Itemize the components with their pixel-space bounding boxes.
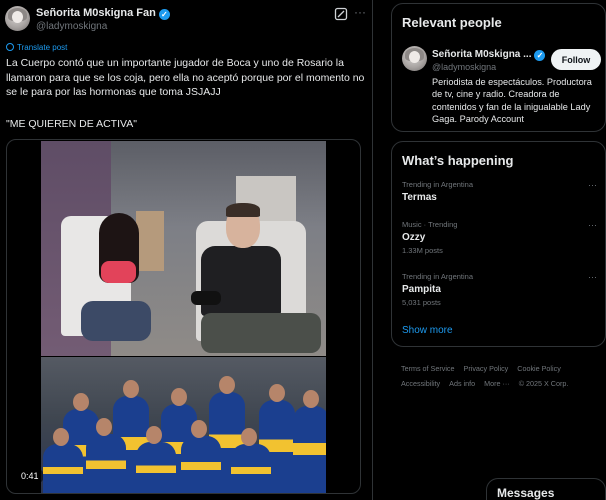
trend-name: Termas [402,192,437,203]
post-quote-line: "ME QUIEREN DE ACTIVA" [6,118,137,130]
post-video[interactable]: 0:41 [6,139,361,494]
more-icon[interactable]: ··· [354,5,366,19]
author-name-text[interactable]: Señorita M0skigna Fan [36,7,156,19]
footer-link-accessibility[interactable]: Accessibility [401,379,440,388]
grok-icon[interactable] [334,7,348,21]
translate-post-link[interactable]: Translate post [6,43,67,52]
video-timestamp: 0:41 [17,470,43,482]
trend-post-count: 5,031 posts [402,298,441,307]
video-frame-team-photo [41,357,326,493]
globe-icon [6,43,14,51]
main-column: Señorita M0skigna Fan ✓ @ladymoskigna ···… [0,0,373,500]
footer-link-privacy[interactable]: Privacy Policy [464,364,509,373]
trend-name: Ozzy [402,232,426,243]
more-icon[interactable]: ··· [588,180,597,190]
relevant-handle[interactable]: @ladymoskigna [432,62,496,72]
messages-drawer[interactable]: Messages [486,478,606,500]
footer-link-terms[interactable]: Terms of Service [401,364,455,373]
relevant-people-card: Relevant people Señorita M0skigna ... ✓ @… [391,3,606,132]
footer-link-more[interactable]: More ··· [484,379,510,388]
translate-label[interactable]: Translate post [17,43,67,52]
relevant-name[interactable]: Señorita M0skigna ... ✓ [432,49,546,61]
relevant-name-text[interactable]: Señorita M0skigna ... [432,49,531,60]
sidebar-footer: Terms of Service Privacy Policy Cookie Pol… [401,361,606,391]
trend-item[interactable]: Trending in Argentina Termas ··· [402,180,597,203]
more-icon[interactable]: ··· [588,272,597,282]
trend-post-count: 1.33M posts [402,246,443,255]
author-handle[interactable]: @ladymoskigna [36,21,107,32]
relevant-avatar[interactable] [402,46,427,71]
video-frame-podcast [41,141,326,356]
relevant-people-title: Relevant people [402,15,502,30]
show-more-link[interactable]: Show more [402,325,453,336]
trend-meta: Trending in Argentina [402,272,474,281]
trend-item[interactable]: Music · Trending Ozzy 1.33M posts ··· [402,220,597,255]
footer-link-ads[interactable]: Ads info [449,379,475,388]
trend-meta: Trending in Argentina [402,180,474,189]
verified-badge-icon: ✓ [158,9,170,20]
whats-happening-card: What’s happening Trending in Argentina T… [391,141,606,347]
post-text: La Cuerpo contó que un importante jugado… [6,57,365,98]
trend-name: Pampita [402,284,441,295]
footer-link-cookie[interactable]: Cookie Policy [517,364,561,373]
messages-label[interactable]: Messages [497,486,554,500]
author-avatar[interactable] [5,6,30,31]
verified-badge-icon: ✓ [534,50,546,61]
footer-copyright: © 2025 X Corp. [518,379,569,388]
whats-happening-title: What’s happening [402,153,514,168]
post-header: Señorita M0skigna Fan ✓ @ladymoskigna ··· [0,0,373,40]
follow-button[interactable]: Follow [551,49,601,70]
relevant-bio: Periodista de espectáculos. Productora d… [432,77,592,124]
more-icon[interactable]: ··· [588,220,597,230]
trend-meta: Music · Trending [402,220,458,229]
author-name[interactable]: Señorita M0skigna Fan ✓ [36,7,170,20]
trend-item[interactable]: Trending in Argentina Pampita 5,031 post… [402,272,597,307]
